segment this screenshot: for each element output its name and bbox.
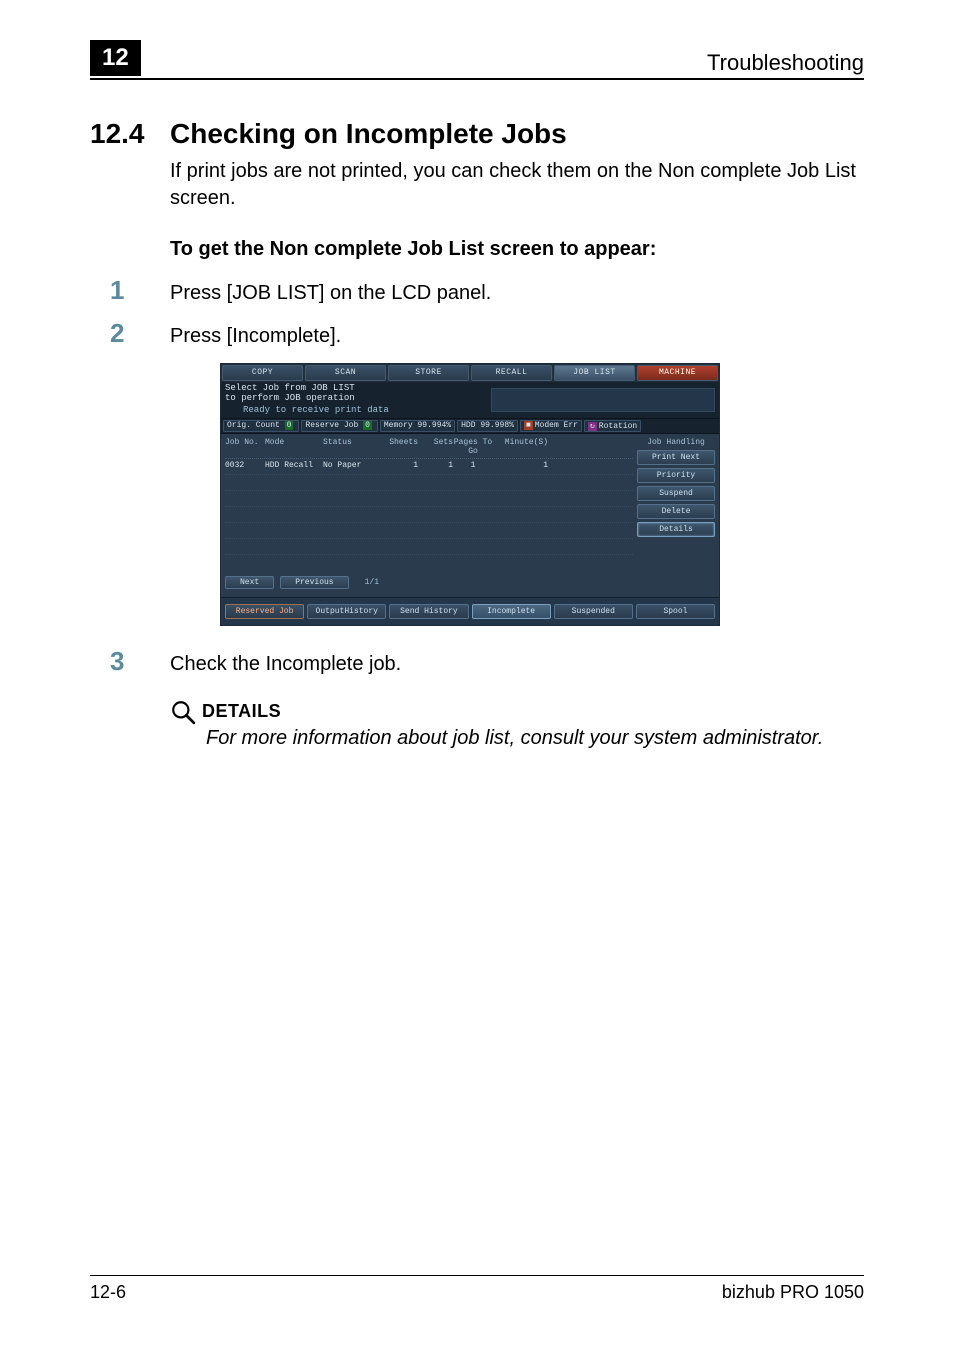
- tab-suspended[interactable]: Suspended: [554, 604, 633, 619]
- col-mode: Mode: [265, 438, 323, 456]
- step-number: 3: [90, 646, 170, 677]
- col-sets: Sets: [418, 438, 453, 456]
- section-heading: 12.4 Checking on Incomplete Jobs: [90, 118, 864, 150]
- status-modem-err: ■Modem Err: [520, 420, 582, 432]
- table-row: [225, 555, 633, 570]
- step-3: 3 Check the Incomplete job.: [90, 646, 864, 677]
- job-table: Job No. Mode Status Sheets Sets Pages To…: [225, 438, 633, 589]
- step-number: 1: [90, 275, 170, 306]
- tab-job-list[interactable]: JOB LIST: [554, 365, 635, 381]
- status-memory: Memory 99.994%: [380, 420, 455, 432]
- job-table-header: Job No. Mode Status Sheets Sets Pages To…: [225, 438, 633, 459]
- job-handling-label: Job Handling: [637, 438, 715, 447]
- tab-recall[interactable]: RECALL: [471, 365, 552, 381]
- status-orig-count: Orig. Count 0: [223, 420, 299, 432]
- col-pages: Pages To Go: [453, 438, 493, 456]
- status-reserve-job: Reserve Job 0: [301, 420, 377, 432]
- tab-output-history[interactable]: OutputHistory: [307, 604, 386, 619]
- table-nav: Next Previous 1/1: [225, 576, 633, 589]
- details-button[interactable]: Details: [637, 522, 715, 537]
- table-row: [225, 475, 633, 491]
- section-intro: If print jobs are not printed, you can c…: [170, 158, 864, 212]
- tab-reserved-job[interactable]: Reserved Job: [225, 604, 304, 619]
- lcd-panel: COPY SCAN STORE RECALL JOB LIST MACHINE …: [220, 363, 720, 626]
- details-label: DETAILS: [202, 701, 281, 722]
- table-row: [225, 523, 633, 539]
- col-sheets: Sheets: [378, 438, 418, 456]
- tab-spool[interactable]: Spool: [636, 604, 715, 619]
- tab-send-history[interactable]: Send History: [389, 604, 468, 619]
- page-indicator: 1/1: [365, 578, 379, 587]
- page-header: 12 Troubleshooting: [90, 40, 864, 80]
- print-next-button[interactable]: Print Next: [637, 450, 715, 465]
- step-text: Press [Incomplete].: [170, 325, 341, 348]
- delete-button[interactable]: Delete: [637, 504, 715, 519]
- magnifier-icon: [170, 699, 196, 725]
- section-title: Checking on Incomplete Jobs: [170, 118, 567, 150]
- lcd-bottom-tabs: Reserved Job OutputHistory Send History …: [221, 597, 719, 625]
- footer-page-number: 12-6: [90, 1282, 126, 1303]
- lcd-top-tabs: COPY SCAN STORE RECALL JOB LIST MACHINE: [221, 364, 719, 382]
- step-number: 2: [90, 318, 170, 349]
- lcd-message-line2: to perform JOB operation: [225, 394, 491, 404]
- table-row: [225, 507, 633, 523]
- section-number: 12.4: [90, 118, 170, 150]
- previous-button[interactable]: Previous: [280, 576, 348, 589]
- status-rotation: ↻Rotation: [584, 420, 641, 432]
- tab-scan[interactable]: SCAN: [305, 365, 386, 381]
- section-subhead: To get the Non complete Job List screen …: [170, 238, 864, 261]
- table-row: [225, 491, 633, 507]
- col-status: Status: [323, 438, 378, 456]
- next-button[interactable]: Next: [225, 576, 274, 589]
- details-callout: DETAILS: [170, 699, 864, 725]
- step-1: 1 Press [JOB LIST] on the LCD panel.: [90, 275, 864, 306]
- page-footer: 12-6 bizhub PRO 1050: [90, 1275, 864, 1303]
- lcd-message-row: Select Job from JOB LIST to perform JOB …: [221, 382, 719, 419]
- tab-copy[interactable]: COPY: [222, 365, 303, 381]
- col-job-no: Job No.: [225, 438, 265, 456]
- status-hdd: HDD 99.998%: [457, 420, 518, 432]
- step-2: 2 Press [Incomplete].: [90, 318, 864, 349]
- job-handling-panel: Job Handling Print Next Priority Suspend…: [637, 438, 715, 589]
- suspend-button[interactable]: Suspend: [637, 486, 715, 501]
- lcd-preview-box: [491, 388, 715, 412]
- footer-product-name: bizhub PRO 1050: [722, 1282, 864, 1303]
- tab-incomplete[interactable]: Incomplete: [472, 604, 551, 619]
- tab-store[interactable]: STORE: [388, 365, 469, 381]
- table-row: [225, 539, 633, 555]
- chapter-title: Troubleshooting: [707, 50, 864, 76]
- col-minutes: Minute(S): [493, 438, 548, 456]
- table-row[interactable]: 0032 HDD Recall No Paper 1 1 1 1: [225, 459, 633, 475]
- tab-machine[interactable]: MACHINE: [637, 365, 718, 381]
- lcd-status-bar: Orig. Count 0 Reserve Job 0 Memory 99.99…: [221, 419, 719, 434]
- step-text: Check the Incomplete job.: [170, 653, 401, 676]
- step-text: Press [JOB LIST] on the LCD panel.: [170, 282, 491, 305]
- details-text: For more information about job list, con…: [206, 727, 864, 750]
- priority-button[interactable]: Priority: [637, 468, 715, 483]
- chapter-number-badge: 12: [90, 40, 141, 76]
- lcd-message-sub: Ready to receive print data: [243, 406, 491, 416]
